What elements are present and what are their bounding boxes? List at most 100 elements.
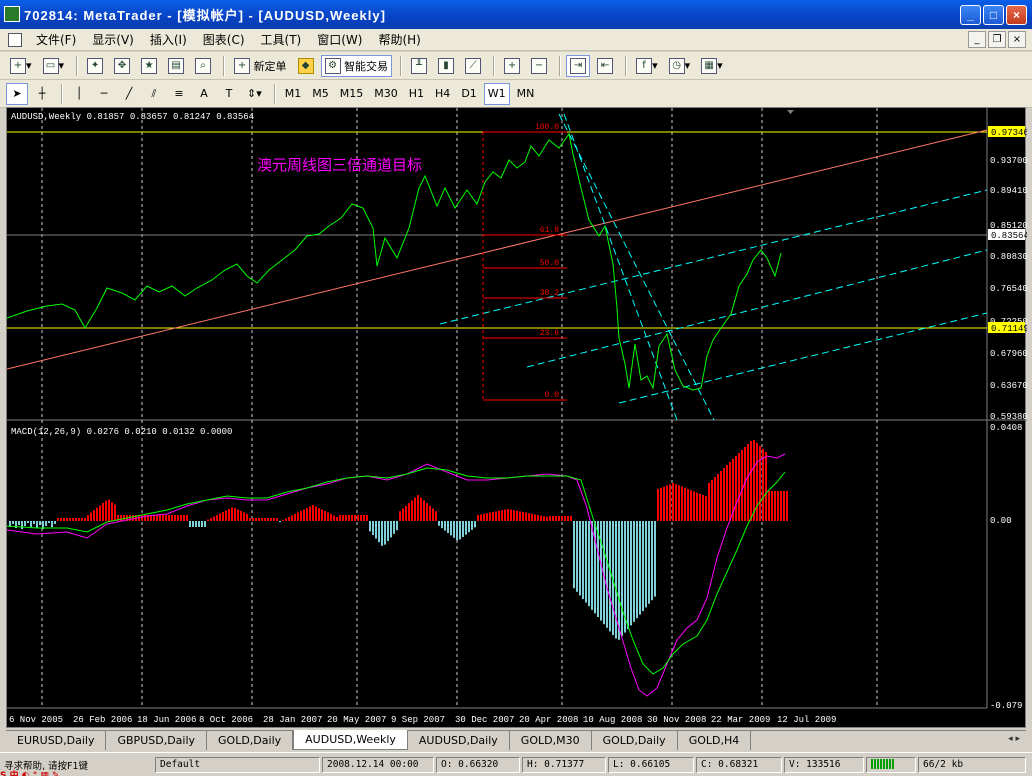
macd-histogram-bar <box>510 509 512 521</box>
tf-m30[interactable]: M30 <box>370 83 402 105</box>
macd-histogram-bar <box>354 515 356 521</box>
macd-histogram-bar <box>546 516 548 521</box>
macd-histogram-bar <box>576 521 578 592</box>
child-minimize-button[interactable]: _ <box>968 31 986 48</box>
menu-insert[interactable]: 插入(I) <box>142 30 195 50</box>
macd-histogram-bar <box>753 440 755 521</box>
child-restore-button[interactable]: ❐ <box>988 31 1006 48</box>
macd-histogram-bar <box>687 489 689 521</box>
tf-w1[interactable]: W1 <box>483 82 510 105</box>
channel-mid <box>526 249 988 368</box>
line-chart-button[interactable]: ⟋ <box>461 55 485 77</box>
tf-d1[interactable]: D1 <box>457 83 480 105</box>
new-chart-button[interactable]: + ▾ <box>6 55 36 77</box>
tab-scroll-arrows-icon[interactable]: ◂ ▸ <box>1008 734 1020 744</box>
data-window-button[interactable]: ✥ <box>110 55 134 77</box>
tf-h1[interactable]: H1 <box>405 83 428 105</box>
macd-histogram-bar <box>390 521 392 538</box>
arrows-button[interactable]: ⇕▾ <box>243 83 266 105</box>
tf-m1[interactable]: M1 <box>281 83 306 105</box>
menu-charts[interactable]: 图表(C) <box>195 30 253 50</box>
equidistant-channel-button[interactable]: ⫽ <box>143 83 165 105</box>
tab-eurusd-daily[interactable]: EURUSD,Daily <box>6 731 107 750</box>
menu-view[interactable]: 显示(V) <box>84 30 142 50</box>
macd-histogram-bar <box>342 515 344 521</box>
tab-audusd-weekly[interactable]: AUDUSD,Weekly <box>293 730 408 750</box>
menu-help[interactable]: 帮助(H) <box>370 30 428 50</box>
crosshair-button[interactable]: ┼ <box>31 83 53 105</box>
child-close-button[interactable]: × <box>1008 31 1026 48</box>
candle-chart-button[interactable]: ▮ <box>434 55 458 77</box>
chart-shift-button[interactable]: ⇤ <box>593 55 617 77</box>
macd-histogram-bar <box>657 489 659 521</box>
window-titlebar[interactable]: 702814: MetaTrader - [模拟帐户] - [AUDUSD,We… <box>0 0 1032 29</box>
market-watch-button[interactable]: ✦ <box>83 55 107 77</box>
tf-mn[interactable]: MN <box>513 83 539 105</box>
window-title: 702814: MetaTrader - [模拟帐户] - [AUDUSD,We… <box>24 8 386 23</box>
text-button[interactable]: A <box>193 83 215 105</box>
close-button[interactable]: × <box>1006 5 1027 25</box>
vertical-line-button[interactable]: │ <box>68 83 90 105</box>
macd-histogram-bar <box>786 491 788 521</box>
zoom-in-button[interactable]: + <box>500 55 524 77</box>
macd-histogram-bar <box>690 490 692 521</box>
terminal-button[interactable]: ▤ <box>164 55 188 77</box>
menu-tools[interactable]: 工具(T) <box>253 30 310 50</box>
templates-button[interactable]: ▦ ▾ <box>697 55 727 77</box>
macd-histogram-bar <box>219 513 221 521</box>
macd-histogram-bar <box>588 521 590 607</box>
menu-file[interactable]: 文件(F) <box>28 30 84 50</box>
tf-m15[interactable]: M15 <box>336 83 368 105</box>
macd-histogram-bar <box>471 521 473 530</box>
chart-window[interactable]: 100.0 61.8 50.0 38.2 23.6 0.0 AUDUSD,Wee… <box>6 107 1029 729</box>
macd-histogram-bar <box>495 511 497 521</box>
tf-m5[interactable]: M5 <box>308 83 333 105</box>
zoom-out-button[interactable]: − <box>527 55 551 77</box>
macd-histogram-bar <box>261 518 263 521</box>
macd-histogram-bar <box>543 516 545 521</box>
indicators-icon: f <box>636 57 653 74</box>
navigator-button[interactable]: ★ <box>137 55 161 77</box>
minimize-button[interactable]: _ <box>960 5 981 25</box>
bar-chart-button[interactable]: ╨ <box>407 55 431 77</box>
tab-gold-daily-2[interactable]: GOLD,Daily <box>592 731 678 750</box>
text-label-button[interactable]: T <box>218 83 240 105</box>
tab-gold-daily[interactable]: GOLD,Daily <box>207 731 294 750</box>
macd-histogram-bar <box>492 512 494 521</box>
tester-button[interactable]: ⌕ <box>191 55 215 77</box>
indicators-button[interactable]: f ▾ <box>632 55 662 77</box>
auto-scroll-icon: ⇥ <box>570 57 587 74</box>
maximize-button[interactable]: □ <box>983 5 1004 25</box>
tf-h4[interactable]: H4 <box>431 83 454 105</box>
macd-histogram-bar <box>63 518 65 521</box>
metaeditor-button[interactable]: ◆ <box>294 55 318 77</box>
macd-histogram-bar <box>189 521 191 527</box>
auto-scroll-button[interactable]: ⇥ <box>566 54 591 77</box>
profiles-button[interactable]: ▭ ▾ <box>39 55 69 77</box>
tab-gold-m30[interactable]: GOLD,M30 <box>510 731 592 750</box>
menu-window[interactable]: 窗口(W) <box>309 30 370 50</box>
chart-shift-marker-icon[interactable] <box>787 110 794 114</box>
fibonacci-button[interactable]: ≡ <box>168 83 190 105</box>
macd-histogram-bar <box>714 477 716 521</box>
expert-advisors-button[interactable]: ⚙ 智能交易 <box>320 54 393 77</box>
macd-histogram-bar <box>486 513 488 521</box>
macd-histogram-bar <box>618 521 620 640</box>
trendline-button[interactable]: ╱ <box>118 83 140 105</box>
tab-gold-h4[interactable]: GOLD,H4 <box>678 731 752 750</box>
new-order-button[interactable]: + 新定单 <box>230 55 291 77</box>
tab-gbpusd-daily[interactable]: GBPUSD,Daily <box>106 731 208 750</box>
candlestick-icon: ▮ <box>438 57 455 74</box>
periods-button[interactable]: ◷ ▾ <box>665 55 695 77</box>
horizontal-line-button[interactable]: ─ <box>93 83 115 105</box>
cursor-button[interactable]: ➤ <box>6 82 28 105</box>
chart-canvas[interactable]: 100.0 61.8 50.0 38.2 23.6 0.0 AUDUSD,Wee… <box>6 108 1029 729</box>
macd-histogram-bar <box>264 518 266 521</box>
clock-icon: ◷ <box>668 57 685 74</box>
tab-audusd-daily[interactable]: AUDUSD,Daily <box>408 731 510 750</box>
macd-histogram-bar <box>165 515 167 521</box>
date-axis-label: 18 Jun 2006 <box>137 715 196 725</box>
macd-histogram-bar <box>411 500 413 521</box>
input-method-bar[interactable]: S 中 ◐ ° ▦ ✎ <box>0 768 150 776</box>
macd-signal-line <box>6 453 786 697</box>
